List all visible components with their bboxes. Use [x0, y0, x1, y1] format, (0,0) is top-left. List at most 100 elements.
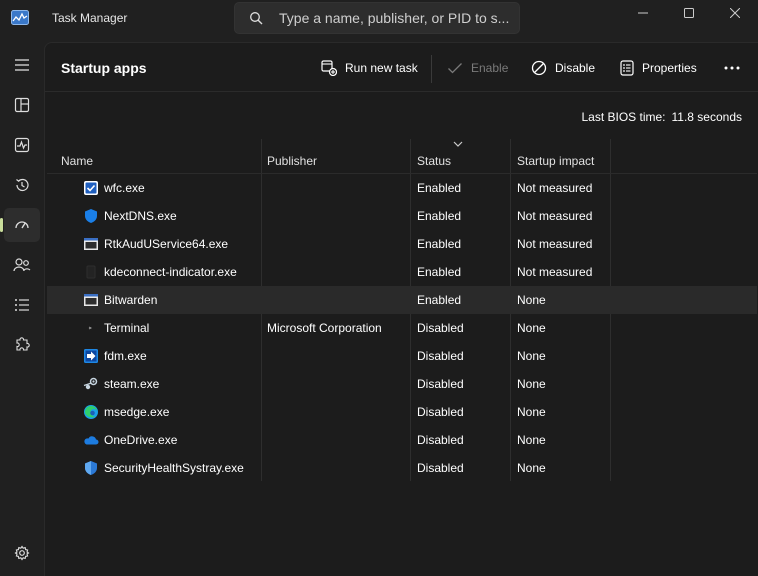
- nav-services[interactable]: [4, 328, 40, 362]
- row-name: RtkAudUService64.exe: [104, 237, 229, 251]
- row-status: Disabled: [417, 321, 464, 335]
- app-title: Task Manager: [52, 11, 128, 25]
- row-name: OneDrive.exe: [104, 433, 178, 447]
- properties-label: Properties: [642, 61, 697, 75]
- row-name: fdm.exe: [104, 349, 147, 363]
- security-shield-app-icon: [85, 461, 97, 475]
- toolbar-divider: [431, 55, 432, 83]
- row-impact: None: [517, 433, 546, 447]
- row-name: steam.exe: [104, 377, 160, 391]
- table-body: wfc.exe Enabled Not measured NextDNS.exe…: [47, 174, 757, 482]
- table-row[interactable]: Terminal Microsoft Corporation Disabled …: [47, 314, 757, 342]
- hamburger-icon: [15, 59, 29, 71]
- row-name: msedge.exe: [104, 405, 170, 419]
- table-row[interactable]: fdm.exe Disabled None: [47, 342, 757, 370]
- table-row[interactable]: RtkAudUService64.exe Enabled Not measure…: [47, 230, 757, 258]
- disable-icon: [531, 60, 547, 76]
- properties-icon: [620, 60, 634, 76]
- row-name: SecurityHealthSystray.exe: [104, 461, 244, 475]
- row-name: Bitwarden: [104, 293, 158, 307]
- row-status: Enabled: [417, 293, 462, 307]
- checkbox-app-icon: [84, 181, 98, 195]
- performance-icon: [14, 137, 30, 153]
- bios-value: 11.8 seconds: [671, 110, 743, 124]
- column-header-name[interactable]: Name: [61, 154, 93, 168]
- nav-settings[interactable]: [4, 536, 40, 570]
- run-task-icon: [321, 60, 337, 76]
- enable-button[interactable]: Enable: [447, 51, 508, 85]
- more-options-button[interactable]: [723, 51, 749, 85]
- row-status: Enabled: [417, 209, 462, 223]
- table-row[interactable]: OneDrive.exe Disabled None: [47, 426, 757, 454]
- table-row[interactable]: NextDNS.exe Enabled Not measured: [47, 202, 757, 230]
- row-name: kdeconnect-indicator.exe: [104, 265, 237, 279]
- row-impact: Not measured: [517, 237, 593, 251]
- cloud-app-icon: [84, 436, 99, 445]
- disable-label: Disable: [555, 61, 596, 75]
- row-impact: None: [517, 405, 546, 419]
- edge-app-icon: [84, 405, 98, 419]
- table-header: Name Publisher Status Startup impact: [47, 139, 757, 174]
- bios-time: Last BIOS time: 11.8 seconds: [581, 110, 742, 124]
- table-row[interactable]: msedge.exe Disabled None: [47, 398, 757, 426]
- blank-app-icon: [86, 265, 96, 279]
- disable-button[interactable]: Disable: [531, 51, 595, 85]
- run-new-task-button[interactable]: Run new task: [321, 51, 418, 85]
- table-row[interactable]: wfc.exe Enabled Not measured: [47, 174, 757, 202]
- row-status: Disabled: [417, 405, 464, 419]
- table-row[interactable]: steam.exe Disabled None: [47, 370, 757, 398]
- search-box[interactable]: [234, 2, 520, 34]
- nav-app-history[interactable]: [4, 168, 40, 202]
- nav-startup-apps[interactable]: [0, 208, 40, 242]
- processes-icon: [14, 97, 30, 113]
- close-icon: [730, 8, 740, 18]
- row-impact: None: [517, 293, 546, 307]
- table-row[interactable]: kdeconnect-indicator.exe Enabled Not mea…: [47, 258, 757, 286]
- minimize-button[interactable]: [620, 0, 666, 26]
- nav-users[interactable]: [4, 248, 40, 282]
- nav-performance[interactable]: [4, 128, 40, 162]
- row-status: Disabled: [417, 433, 464, 447]
- search-input[interactable]: [279, 9, 509, 27]
- row-status: Disabled: [417, 377, 464, 391]
- maximize-button[interactable]: [666, 0, 712, 26]
- steam-app-icon: [83, 377, 98, 390]
- enable-label: Enable: [471, 61, 509, 75]
- column-header-publisher[interactable]: Publisher: [267, 154, 317, 168]
- table-row[interactable]: Bitwarden Enabled None: [47, 286, 757, 314]
- more-icon: [724, 66, 740, 70]
- hamburger-menu-button[interactable]: [4, 48, 40, 82]
- nav-processes[interactable]: [4, 88, 40, 122]
- row-impact: None: [517, 321, 546, 335]
- task-manager-app-icon: [11, 10, 29, 25]
- window-app-icon: [84, 294, 98, 306]
- row-name: wfc.exe: [104, 181, 145, 195]
- checkmark-icon: [448, 63, 462, 74]
- sidebar: [0, 40, 44, 576]
- row-publisher: Microsoft Corporation: [267, 321, 382, 335]
- run-new-task-label: Run new task: [345, 61, 418, 75]
- row-status: Enabled: [417, 181, 462, 195]
- row-name: NextDNS.exe: [104, 209, 177, 223]
- main-panel: Startup apps Run new task Enable Disable: [44, 42, 758, 576]
- row-status: Disabled: [417, 461, 464, 475]
- properties-button[interactable]: Properties: [620, 51, 697, 85]
- row-impact: Not measured: [517, 265, 593, 279]
- row-status: Enabled: [417, 265, 462, 279]
- services-puzzle-icon: [16, 337, 30, 351]
- shield-app-icon: [85, 209, 97, 223]
- column-header-startup-impact[interactable]: Startup impact: [517, 154, 594, 168]
- bios-label: Last BIOS time:: [581, 110, 666, 124]
- users-icon: [13, 258, 31, 272]
- nav-details[interactable]: [4, 288, 40, 322]
- startup-apps-table: Name Publisher Status Startup impact wfc…: [47, 139, 757, 482]
- column-header-status[interactable]: Status: [417, 154, 451, 168]
- table-row[interactable]: SecurityHealthSystray.exe Disabled None: [47, 454, 757, 482]
- maximize-icon: [684, 8, 694, 18]
- close-button[interactable]: [712, 0, 758, 26]
- minimize-icon: [638, 12, 648, 14]
- row-name: Terminal: [104, 321, 150, 335]
- startup-speedometer-icon: [15, 221, 29, 229]
- toolbar-divider-line: [45, 91, 758, 92]
- history-icon: [16, 178, 29, 192]
